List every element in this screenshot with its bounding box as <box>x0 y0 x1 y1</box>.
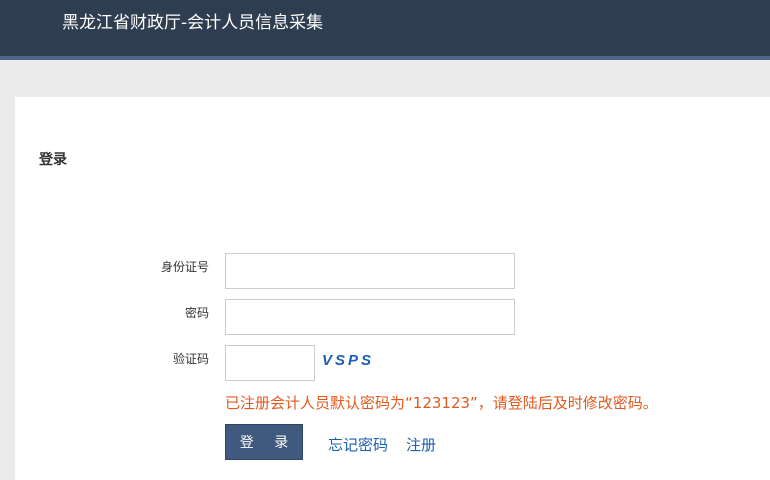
id-number-input[interactable] <box>225 253 515 289</box>
panel-title: 登录 <box>39 152 67 168</box>
login-panel: 登录 身份证号 密码 验证码 VSPS 已注册会计人员默认密码为“123123”… <box>15 97 770 480</box>
app-title: 黑龙江省财政厅-会计人员信息采集 <box>62 13 324 33</box>
captcha-input[interactable] <box>225 345 315 381</box>
id-number-label: 身份证号 <box>160 260 209 274</box>
login-button[interactable]: 登 录 <box>225 424 303 460</box>
register-link[interactable]: 注册 <box>406 435 436 455</box>
captcha-image[interactable]: VSPS <box>322 351 374 371</box>
default-password-notice: 已注册会计人员默认密码为“123123”，请登陆后及时修改密码。 <box>225 394 658 412</box>
captcha-label: 验证码 <box>172 352 209 366</box>
forgot-password-link[interactable]: 忘记密码 <box>328 435 388 455</box>
password-input[interactable] <box>225 299 515 335</box>
app-header: 黑龙江省财政厅-会计人员信息采集 <box>0 0 770 60</box>
password-label: 密码 <box>184 306 209 320</box>
